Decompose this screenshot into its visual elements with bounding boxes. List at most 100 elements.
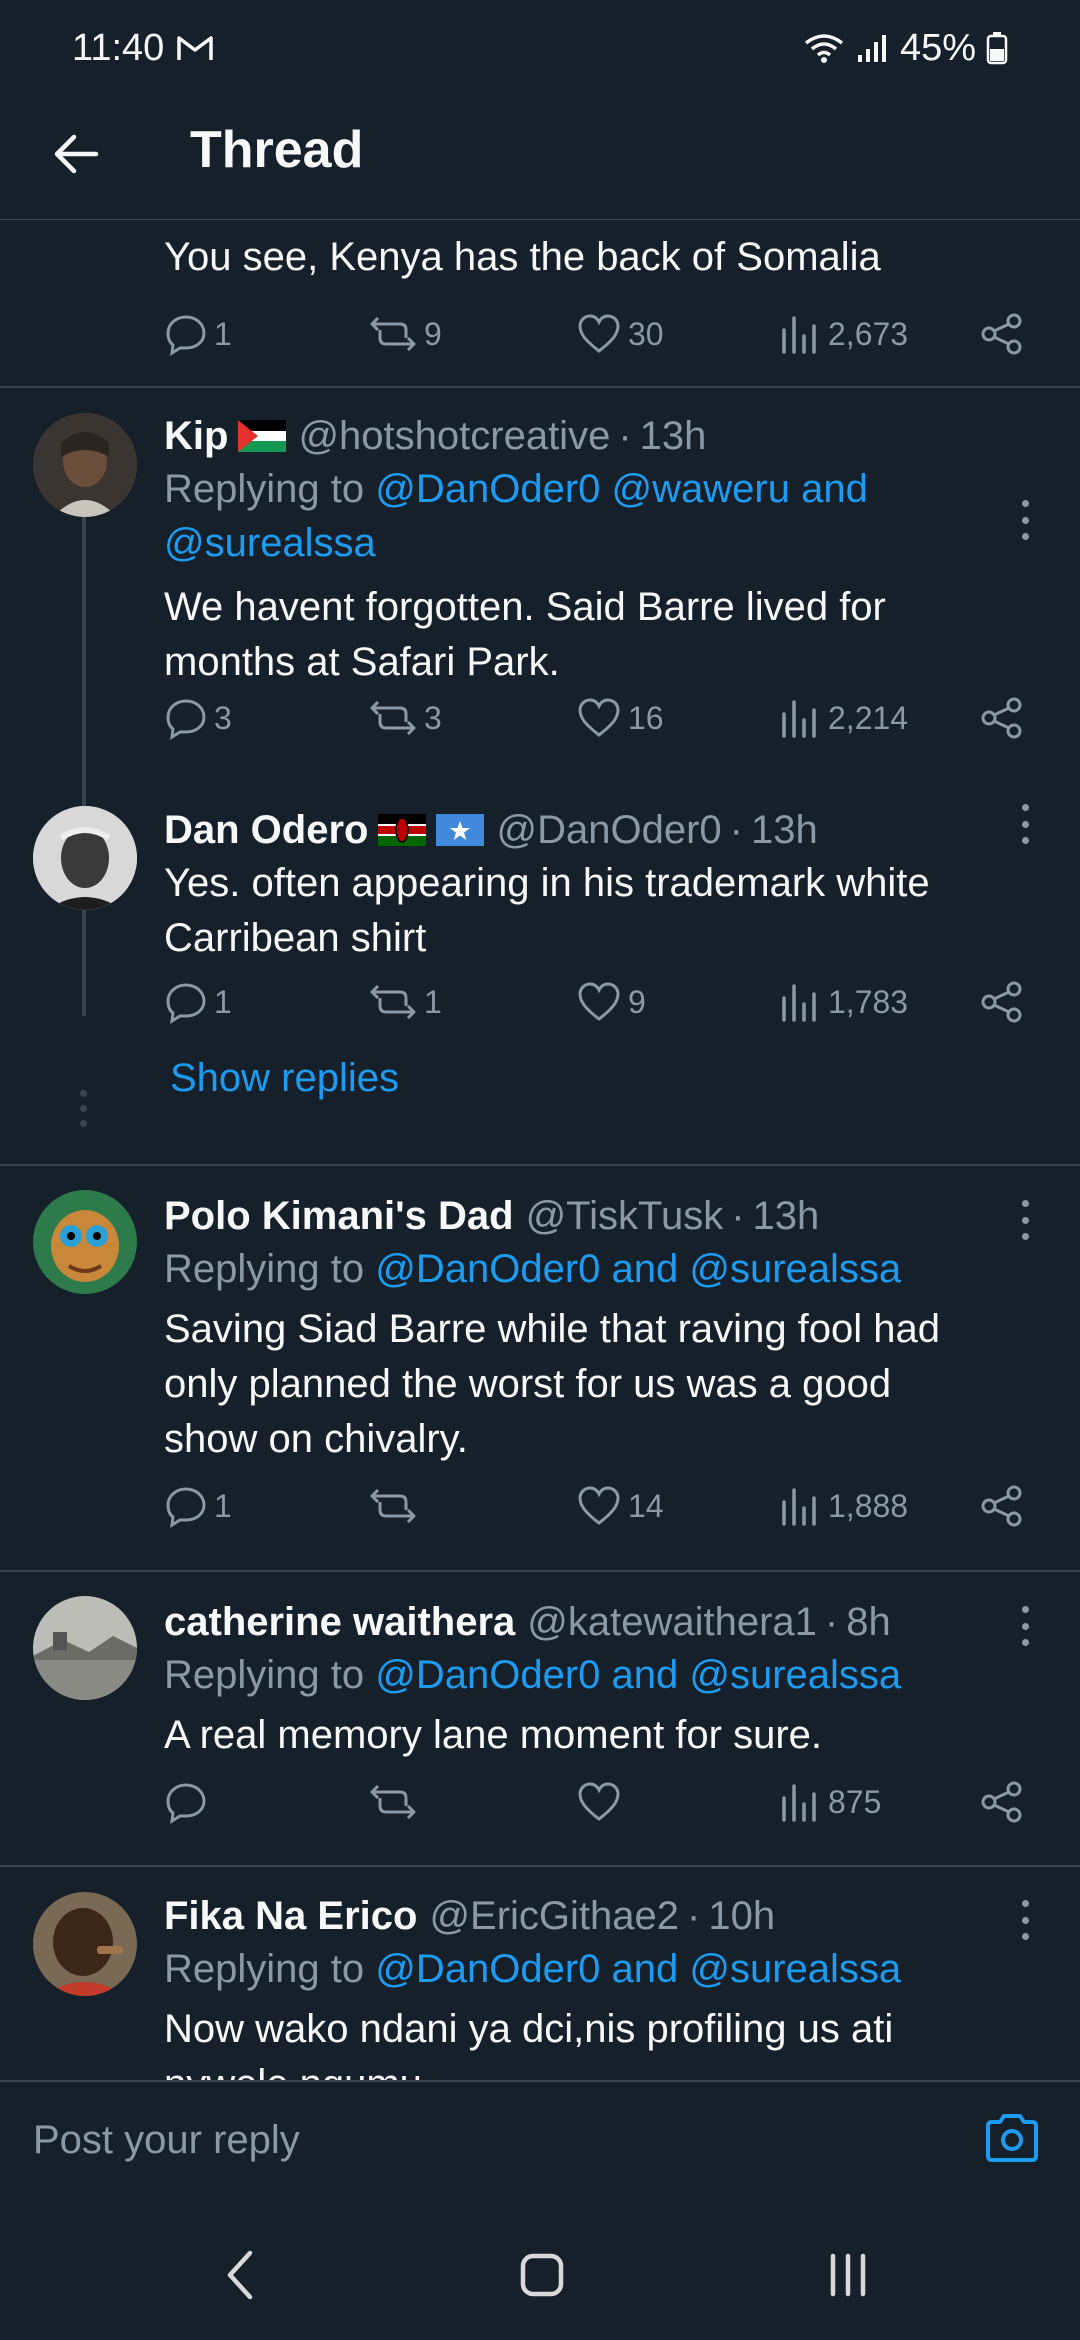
timestamp[interactable]: 8h	[846, 1596, 891, 1648]
display-name[interactable]: Fika Na Erico	[164, 1890, 417, 1942]
timestamp[interactable]: 10h	[708, 1890, 775, 1942]
reply-button[interactable]: 1	[164, 1478, 232, 1534]
tweet-text: A real memory lane moment for sure.	[164, 1708, 1040, 1763]
display-name[interactable]: Dan Odero	[164, 804, 368, 856]
tweet-author-line: Kip @hotshotcreative · 13h	[164, 410, 1040, 462]
palestine-flag-icon	[238, 420, 287, 452]
replying-to-links[interactable]: @DanOder0 and @surealssa	[375, 1247, 901, 1291]
replying-to-link[interactable]: @surealssa	[164, 521, 376, 565]
reply-button[interactable]	[164, 1774, 214, 1830]
share-button[interactable]	[980, 974, 1024, 1030]
battery-icon	[986, 32, 1008, 65]
more-options-button[interactable]	[1010, 1900, 1040, 1940]
views-button[interactable]: 875	[778, 1774, 881, 1830]
text-line: show on chivalry.	[164, 1417, 468, 1461]
separator-dot: ·	[687, 1894, 701, 1938]
tweet-catherine-waithera[interactable]: catherine waithera @katewaithera1 · 8h R…	[0, 1586, 1080, 1876]
repost-button[interactable]	[368, 1774, 424, 1830]
separator-dot: ·	[731, 1194, 745, 1238]
share-icon	[981, 1485, 1022, 1527]
show-replies-link[interactable]: Show replies	[170, 1056, 399, 1101]
display-name[interactable]: Kip	[164, 410, 228, 462]
tweet-partial[interactable]: You see, Kenya has the back of Somalia 1…	[0, 220, 1080, 386]
reply-input[interactable]: Post your reply	[33, 2118, 300, 2163]
view-count: 2,673	[828, 315, 909, 352]
more-options-button[interactable]	[1010, 500, 1040, 540]
text-line: A real memory lane moment for sure.	[164, 1713, 823, 1757]
views-chart-icon	[782, 316, 816, 354]
like-button[interactable]: 14	[576, 1478, 664, 1534]
replying-to-links[interactable]: @DanOder0 and @surealssa	[375, 1947, 901, 1991]
more-options-button[interactable]	[1010, 1200, 1040, 1240]
avatar[interactable]	[33, 413, 137, 517]
display-name[interactable]: catherine waithera	[164, 1596, 515, 1648]
handle[interactable]: @DanOder0	[496, 804, 721, 856]
home-nav-button[interactable]	[502, 2240, 582, 2310]
views-chart-icon	[782, 984, 816, 1022]
avatar[interactable]	[33, 806, 137, 910]
avatar[interactable]	[33, 1190, 137, 1294]
tweet-polo-kimanis-dad[interactable]: Polo Kimani's Dad @TiskTusk · 13h Replyi…	[0, 1180, 1080, 1580]
like-button[interactable]: 30	[576, 306, 664, 362]
avatar[interactable]	[33, 1596, 137, 1700]
repost-button[interactable]: 9	[368, 306, 442, 362]
tweet-text: We havent forgotten. Said Barre lived fo…	[164, 580, 1040, 690]
timestamp[interactable]: 13h	[751, 804, 818, 856]
avatar[interactable]	[33, 1892, 137, 1996]
tweet-actions: 3 3 16 2,214	[164, 690, 1044, 746]
tweet-author-line: catherine waithera @katewaithera1 · 8h	[164, 1596, 1040, 1648]
separator-dot: ·	[824, 1600, 839, 1644]
views-button[interactable]: 2,673	[778, 306, 908, 362]
like-button[interactable]: 9	[576, 974, 646, 1030]
heart-icon	[578, 698, 620, 737]
repost-button[interactable]: 3	[368, 690, 442, 746]
replying-prefix: Replying to	[164, 467, 365, 511]
back-button[interactable]	[48, 126, 104, 182]
views-button[interactable]: 1,783	[778, 974, 908, 1030]
views-button[interactable]: 1,888	[778, 1478, 908, 1534]
timestamp[interactable]: 13h	[640, 410, 707, 462]
status-bar: 11:40 45%	[0, 0, 1080, 96]
replying-prefix: Replying to	[164, 1947, 365, 1991]
handle[interactable]: @TiskTusk	[526, 1190, 724, 1242]
reply-button[interactable]: 3	[164, 690, 232, 746]
tweet-author-line: Dan Odero @DanOder0 · 13h	[164, 804, 1040, 856]
share-button[interactable]	[980, 1774, 1024, 1830]
tweet-fika-na-erico[interactable]: Fika Na Erico @EricGithae2 · 10h Replyin…	[0, 1880, 1080, 2080]
camera-button[interactable]	[980, 2106, 1044, 2170]
tweet-text: You see, Kenya has the back of Somalia	[164, 235, 881, 279]
recents-nav-icon	[830, 2253, 866, 2297]
back-nav-button[interactable]	[200, 2240, 280, 2310]
thread-feed[interactable]: You see, Kenya has the back of Somalia 1…	[0, 220, 1080, 2080]
like-button[interactable]: 16	[576, 690, 664, 746]
recents-nav-button[interactable]	[808, 2240, 888, 2310]
reply-composer: Post your reply	[0, 2080, 1080, 2203]
replying-to-links[interactable]: @DanOder0 @waweru and	[375, 467, 868, 511]
display-name[interactable]: Polo Kimani's Dad	[164, 1190, 514, 1242]
share-button[interactable]	[980, 690, 1024, 746]
text-line: We havent forgotten. Said Barre lived fo…	[164, 585, 886, 629]
replying-to-links[interactable]: @DanOder0 and @surealssa	[375, 1653, 901, 1697]
timestamp[interactable]: 13h	[753, 1190, 820, 1242]
repost-count: 9	[424, 315, 442, 352]
views-button[interactable]: 2,214	[778, 690, 908, 746]
like-button[interactable]	[576, 1774, 628, 1830]
heart-icon	[578, 314, 620, 353]
share-button[interactable]	[980, 1478, 1024, 1534]
handle[interactable]: @EricGithae2	[429, 1890, 679, 1942]
more-options-button[interactable]	[1010, 1606, 1040, 1646]
handle[interactable]: @hotshotcreative	[298, 410, 610, 462]
reply-button[interactable]: 1	[164, 306, 232, 362]
more-options-button[interactable]	[1010, 804, 1040, 844]
handle[interactable]: @katewaithera1	[527, 1596, 817, 1648]
share-button[interactable]	[980, 306, 1024, 362]
repost-button[interactable]: 1	[368, 974, 442, 1030]
arrow-left-icon	[54, 134, 99, 174]
tweet-dan-odero[interactable]: Dan Odero @DanOder0 · 13h Yes. often app…	[0, 804, 1080, 1166]
repost-button[interactable]	[368, 1478, 424, 1534]
reply-button[interactable]: 1	[164, 974, 232, 1030]
tweet-kip[interactable]: Kip @hotshotcreative · 13h Replying to @…	[0, 400, 1080, 760]
repost-icon	[370, 1488, 416, 1524]
kenya-flag-icon	[378, 814, 427, 846]
replying-to: Replying to @DanOder0 and @surealssa	[164, 1648, 1040, 1702]
